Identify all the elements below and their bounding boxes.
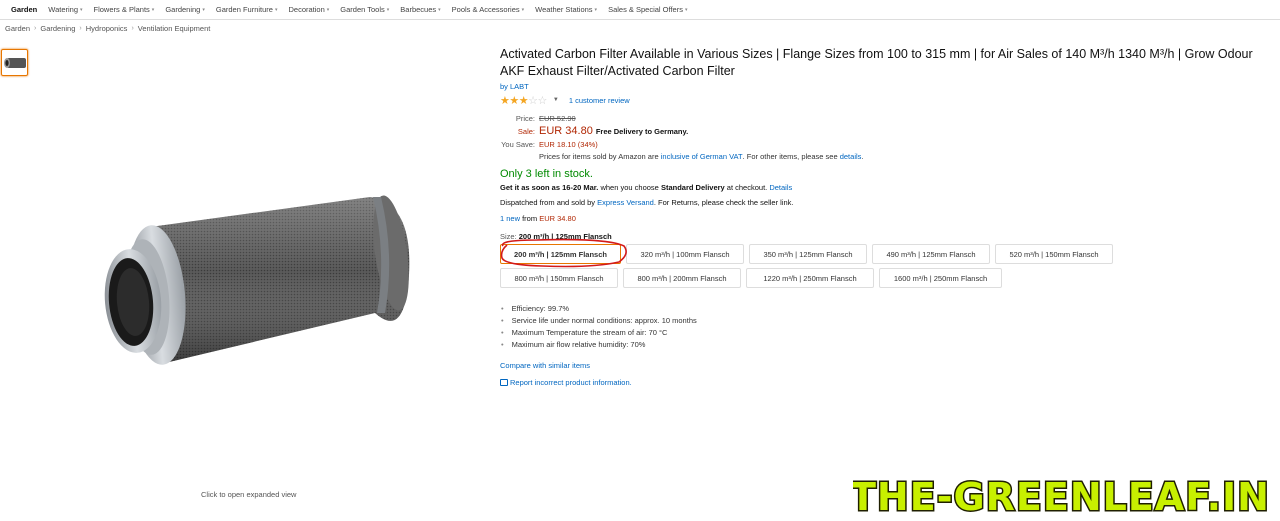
price-block: Price: EUR 52.90 Sale: EUR 34.80 Free De… <box>500 112 1275 162</box>
nav-item[interactable]: Pools & Accessories ▾ <box>452 5 524 14</box>
size-option-button[interactable]: 1220 m³/h | 250mm Flansch <box>746 268 874 288</box>
brand-link[interactable]: by LABT <box>500 82 1275 91</box>
star-empty-icon: ☆ <box>537 94 548 107</box>
breadcrumb-item[interactable]: Garden <box>5 24 30 33</box>
product-title: Activated Carbon Filter Available in Var… <box>500 47 1253 78</box>
product-details: Activated Carbon Filter Available in Var… <box>500 46 1275 387</box>
report-info-link[interactable]: Report incorrect product information. <box>500 378 1275 387</box>
size-option-button[interactable]: 800 m³/h | 150mm Flansch <box>500 268 618 288</box>
seller-link[interactable]: Express Versand <box>597 198 654 207</box>
size-option-button[interactable]: 490 m³/h | 125mm Flansch <box>872 244 990 264</box>
nav-item[interactable]: Watering ▾ <box>48 5 82 14</box>
nav-item[interactable]: Decoration ▾ <box>289 5 330 14</box>
chevron-down-icon: ▾ <box>521 6 525 13</box>
size-variants: 200 m³/h | 125mm Flansch 320 m³/h | 100mm… <box>500 238 1240 292</box>
offers-price: EUR 34.80 <box>539 214 576 223</box>
svg-text:THE-GREENLEAF.IN: THE-GREENLEAF.IN <box>853 475 1268 517</box>
other-offers: 1 new from EUR 34.80 <box>500 214 576 223</box>
feature-bullet: Efficiency: 99.7% <box>500 302 1275 314</box>
savings-row: You Save: EUR 18.10 (34%) <box>500 138 1275 150</box>
thumbnail-image <box>3 57 26 68</box>
stock-status: Only 3 left in stock. <box>500 168 593 180</box>
size-option-button[interactable]: 320 m³/h | 100mm Flansch <box>626 244 744 264</box>
nav-item[interactable]: Garden Tools ▾ <box>340 5 389 14</box>
new-offers-link[interactable]: 1 new <box>500 214 520 223</box>
customer-review-link[interactable]: 1 customer review <box>569 96 630 105</box>
nav-item[interactable]: Weather Stations ▾ <box>535 5 597 14</box>
sale-price: EUR 34.80 <box>539 125 593 137</box>
site-watermark-logo: THE-GREENLEAF.IN <box>853 474 1268 518</box>
chevron-down-icon: ▾ <box>594 6 598 13</box>
breadcrumb: Garden › Gardening › Hydroponics › Ventilation… <box>5 24 210 33</box>
sale-price-row: Sale: EUR 34.80 Free Delivery to Germany… <box>500 124 1275 138</box>
category-nav: Garden Watering ▾ Flowers & Plants ▾ Gardenin… <box>0 0 1280 20</box>
breadcrumb-item[interactable]: Gardening <box>40 24 75 33</box>
size-option-button[interactable]: 350 m³/h | 125mm Flansch <box>749 244 867 264</box>
nav-item[interactable]: Garden <box>11 5 37 14</box>
feature-bullet: Maximum Temperature the stream of air: 7… <box>500 326 1275 338</box>
vat-link[interactable]: inclusive of German VAT <box>661 152 743 161</box>
free-delivery-text: Free Delivery to Germany. <box>595 126 689 136</box>
size-option-button[interactable]: 520 m³/h | 150mm Flansch <box>995 244 1113 264</box>
expand-view-hint: Click to open expanded view <box>201 490 297 499</box>
chevron-down-icon: ▾ <box>386 6 390 13</box>
compare-similar-link[interactable]: Compare with similar items <box>500 361 1275 370</box>
dispatch-info: Dispatched from and sold by Express Vers… <box>500 198 794 207</box>
chat-bubble-icon <box>500 379 508 386</box>
product-thumbnail[interactable] <box>1 49 28 76</box>
savings-value: EUR 18.10 (34%) <box>539 139 598 149</box>
size-option-button[interactable]: 800 m³/h | 200mm Flansch <box>623 268 741 288</box>
star-rating-icon[interactable]: ★★★☆☆ <box>500 94 547 107</box>
product-main-image[interactable] <box>95 185 415 385</box>
breadcrumb-item[interactable]: Hydroponics <box>86 24 128 33</box>
nav-item[interactable]: Sales & Special Offers ▾ <box>608 5 687 14</box>
chevron-down-icon: ▾ <box>80 6 83 13</box>
star-empty-icon: ☆ <box>528 94 538 107</box>
price-label: Price: <box>515 113 535 123</box>
feature-bullets: Efficiency: 99.7%Service life under norm… <box>500 302 1275 350</box>
chevron-down-icon: ▾ <box>326 6 330 13</box>
sale-label: Sale: <box>517 126 535 136</box>
vat-note: Prices for items sold by Amazon are incl… <box>539 151 864 161</box>
savings-label: You Save: <box>501 139 535 149</box>
chevron-right-icon: › <box>79 25 82 32</box>
chevron-right-icon: › <box>34 25 37 32</box>
feature-bullet: Maximum air flow relative humidity: 70% <box>500 338 1275 350</box>
vat-details-link[interactable]: details <box>840 152 862 161</box>
delivery-estimate: Get it as soon as 16-20 Mar. when you ch… <box>500 183 793 192</box>
chevron-right-icon: › <box>131 25 134 32</box>
chevron-down-icon: ▾ <box>438 6 441 13</box>
star-filled-icon: ★ <box>518 94 529 107</box>
nav-item[interactable]: Barbecues ▾ <box>400 5 440 14</box>
star-filled-icon: ★ <box>509 94 519 107</box>
annotation-circle <box>500 238 627 268</box>
chevron-down-icon: ▾ <box>151 6 155 13</box>
nav-item[interactable]: Flowers & Plants ▾ <box>94 5 155 14</box>
list-price-row: Price: EUR 52.90 <box>500 112 1275 124</box>
nav-item[interactable]: Gardening ▾ <box>165 5 205 14</box>
nav-item[interactable]: Garden Furniture ▾ <box>216 5 278 14</box>
delivery-details-link[interactable]: Details <box>769 183 792 192</box>
feature-bullet: Service life under normal conditions: ap… <box>500 314 1275 326</box>
list-price: EUR 52.90 <box>539 113 576 123</box>
breadcrumb-item[interactable]: Ventilation Equipment <box>138 24 211 33</box>
star-filled-icon: ★ <box>500 94 510 107</box>
size-option-button[interactable]: 1600 m³/h | 250mm Flansch <box>879 268 1002 288</box>
chevron-down-icon[interactable]: ▼ <box>553 97 559 103</box>
chevron-down-icon: ▾ <box>202 6 205 13</box>
rating-row: ★★★☆☆ ▼ 1 customer review <box>500 93 1275 107</box>
chevron-down-icon: ▾ <box>684 6 688 13</box>
chevron-down-icon: ▾ <box>274 6 278 13</box>
